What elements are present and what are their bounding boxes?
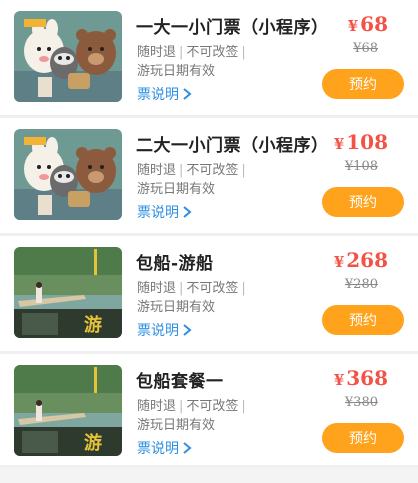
refund-tag: 随时退	[137, 281, 177, 296]
currency-symbol: ¥	[347, 17, 359, 35]
ticket-tags: 随时退 | 不可改签 |	[137, 159, 249, 178]
validity-text: 游玩日期有效	[137, 300, 216, 315]
svg-text:游: 游	[84, 432, 102, 454]
ticket-description-link[interactable]: 票说明	[137, 84, 192, 104]
validity-text: 游玩日期有效	[137, 182, 216, 197]
price-value: 268	[346, 248, 388, 272]
ticket-card[interactable]: 二大一小门票（小程序） 随时退 | 不可改签 | 游玩日期有效 票说明 ¥108 ¥1…	[0, 118, 418, 236]
currency-symbol: ¥	[333, 253, 345, 271]
book-button[interactable]: 预约	[322, 305, 404, 335]
price-value: 108	[346, 130, 388, 154]
ticket-description-link[interactable]: 票说明	[137, 320, 192, 340]
ticket-description-link[interactable]: 票说明	[137, 438, 192, 458]
tag-divider: |	[241, 45, 246, 60]
ticket-description-label: 票说明	[137, 441, 179, 457]
lake-boat-image: 游	[14, 247, 122, 338]
ticket-title: 一大一小门票（小程序）	[136, 18, 329, 38]
currency-symbol: ¥	[333, 135, 345, 153]
tag-divider: |	[179, 399, 184, 414]
chevron-right-icon	[183, 324, 192, 336]
tag-divider: |	[241, 399, 246, 414]
original-price: ¥280	[344, 277, 378, 292]
tag-divider: |	[179, 281, 184, 296]
ticket-title: 包船套餐一	[136, 372, 224, 392]
validity-text: 游玩日期有效	[137, 64, 216, 79]
refund-tag: 随时退	[137, 45, 177, 60]
ticket-description-label: 票说明	[137, 205, 179, 221]
ticket-price: ¥108	[334, 130, 388, 154]
validity-text: 游玩日期有效	[137, 418, 216, 433]
ticket-price: ¥68	[348, 12, 388, 36]
book-button[interactable]: 预约	[322, 187, 404, 217]
svg-text:游: 游	[84, 314, 102, 336]
price-value: 368	[346, 366, 388, 390]
book-button[interactable]: 预约	[322, 69, 404, 99]
ticket-tags: 随时退 | 不可改签 |	[137, 277, 249, 296]
book-button[interactable]: 预约	[322, 423, 404, 453]
no-change-tag: 不可改签	[186, 399, 239, 414]
ticket-card[interactable]: 一大一小门票（小程序） 随时退 | 不可改签 | 游玩日期有效 票说明 ¥68 ¥68…	[0, 0, 418, 118]
ticket-tags: 随时退 | 不可改签 |	[137, 41, 249, 60]
ticket-tags: 随时退 | 不可改签 |	[137, 395, 249, 414]
ticket-price: ¥368	[334, 366, 388, 390]
ticket-card[interactable]: 游 包船套餐一 随时退 | 不可改签 | 游玩日期有效 票说明 ¥368 ¥380 预…	[0, 354, 418, 468]
chevron-right-icon	[183, 88, 192, 100]
no-change-tag: 不可改签	[186, 281, 239, 296]
refund-tag: 随时退	[137, 399, 177, 414]
cartoon-animals-image	[14, 11, 122, 102]
original-price: ¥380	[344, 395, 378, 410]
tag-divider: |	[179, 163, 184, 178]
tag-divider: |	[241, 281, 246, 296]
lake-boat-image: 游	[14, 365, 122, 456]
currency-symbol: ¥	[333, 371, 345, 389]
cartoon-animals-image	[14, 129, 122, 220]
ticket-description-label: 票说明	[137, 87, 179, 103]
ticket-card[interactable]: 游 包船-游船 随时退 | 不可改签 | 游玩日期有效 票说明 ¥268 ¥280 预…	[0, 236, 418, 354]
ticket-list: 一大一小门票（小程序） 随时退 | 不可改签 | 游玩日期有效 票说明 ¥68 ¥68…	[0, 0, 418, 468]
ticket-title: 二大一小门票（小程序）	[136, 136, 329, 156]
original-price: ¥68	[353, 41, 378, 56]
refund-tag: 随时退	[137, 163, 177, 178]
tag-divider: |	[179, 45, 184, 60]
chevron-right-icon	[183, 442, 192, 454]
original-price: ¥108	[344, 159, 378, 174]
chevron-right-icon	[183, 206, 192, 218]
tag-divider: |	[241, 163, 246, 178]
no-change-tag: 不可改签	[186, 163, 239, 178]
ticket-title: 包船-游船	[136, 254, 214, 274]
price-value: 68	[360, 12, 388, 36]
ticket-description-link[interactable]: 票说明	[137, 202, 192, 222]
no-change-tag: 不可改签	[186, 45, 239, 60]
ticket-description-label: 票说明	[137, 323, 179, 339]
ticket-price: ¥268	[334, 248, 388, 272]
